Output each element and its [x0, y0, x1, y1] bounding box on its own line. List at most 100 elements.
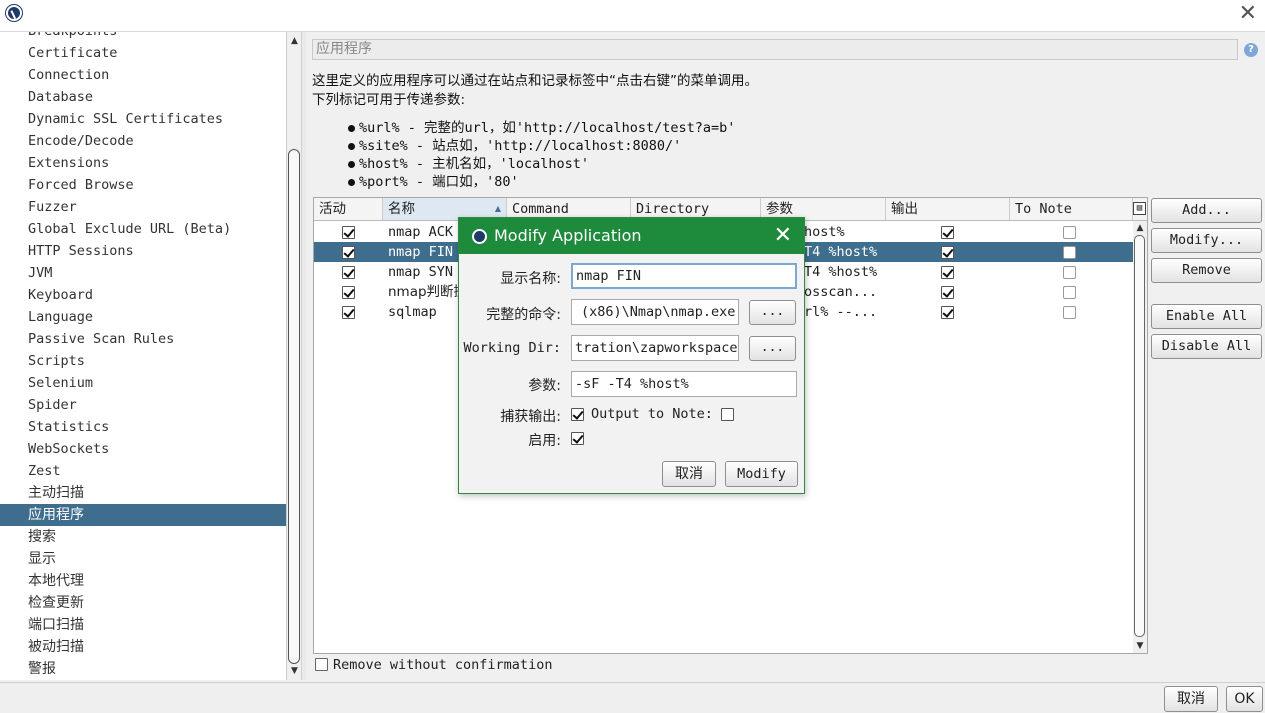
row-params: host% — [804, 224, 845, 240]
params-label: 参数: — [528, 378, 561, 394]
zap-logo-icon — [472, 229, 487, 244]
close-icon[interactable]: ✕ — [1239, 2, 1257, 26]
tree-item-encode-decode[interactable]: Encode/Decode — [0, 130, 286, 152]
tree-item-keyboard[interactable]: Keyboard — [0, 284, 286, 306]
panel-description: 这里定义的应用程序可以通过在站点和记录标签中“点击右键”的菜单调用。 — [312, 73, 758, 89]
tree-item-alerts[interactable]: 警报 — [0, 658, 286, 680]
row-params: rl% --... — [804, 304, 878, 320]
tree-item-global-exclude-url[interactable]: Global Exclude URL (Beta) — [0, 218, 286, 240]
row-note-checkbox[interactable] — [1063, 266, 1076, 279]
table-scroll-thumb[interactable] — [1134, 235, 1145, 637]
scroll-up-icon[interactable]: ▲ — [287, 34, 302, 48]
row-output-checkbox[interactable] — [941, 306, 954, 319]
column-active[interactable]: 活动 — [314, 198, 383, 220]
row-note-checkbox[interactable] — [1063, 306, 1076, 319]
bottom-bar — [0, 682, 1265, 713]
disable-all-button[interactable]: Disable All — [1151, 334, 1262, 359]
tree-item-search[interactable]: 搜索 — [0, 526, 286, 548]
pane-splitter[interactable] — [301, 32, 306, 680]
tree-item-language[interactable]: Language — [0, 306, 286, 328]
token-bullet-host: %host% - 主机名如，'localhost' — [348, 152, 589, 172]
row-active-checkbox[interactable] — [342, 306, 355, 319]
enabled-checkbox[interactable] — [571, 432, 584, 445]
enabled-label: 启用: — [528, 433, 561, 449]
tree-scroll-thumb[interactable] — [288, 149, 300, 664]
capture-output-checkbox[interactable] — [571, 408, 584, 421]
row-output-checkbox[interactable] — [941, 246, 954, 259]
column-output[interactable]: 输出 — [886, 198, 1010, 220]
token-bullet-url: %url% - 完整的url，如'http://localhost/test?a… — [348, 116, 735, 136]
modify-application-dialog: Modify Application ✕ 显示名称: nmap FIN 完整的命… — [458, 217, 805, 494]
tree-item-jvm[interactable]: JVM — [0, 262, 286, 284]
table-scrollbar[interactable]: ▲ ▼ — [1133, 221, 1147, 653]
row-output-checkbox[interactable] — [941, 226, 954, 239]
row-active-checkbox[interactable] — [342, 226, 355, 239]
column-to-note[interactable]: To Note — [1010, 198, 1133, 220]
tree-item-forced-browse[interactable]: Forced Browse — [0, 174, 286, 196]
tree-scrollbar[interactable]: ▲ ▼ — [286, 32, 301, 680]
working-dir-field[interactable]: tration\zapworkspace — [571, 335, 739, 361]
tree-item-connection[interactable]: Connection — [0, 64, 286, 86]
dialog-close-icon[interactable]: ✕ — [774, 218, 792, 254]
tree-item-check-updates[interactable]: 检查更新 — [0, 592, 286, 614]
scroll-down-icon[interactable]: ▼ — [287, 664, 302, 678]
tree-item-selenium[interactable]: Selenium — [0, 372, 286, 394]
full-command-field[interactable]: (x86)\Nmap\nmap.exe — [571, 299, 739, 325]
row-output-checkbox[interactable] — [941, 286, 954, 299]
enable-all-button[interactable]: Enable All — [1151, 304, 1262, 329]
tree-item-spider[interactable]: Spider — [0, 394, 286, 416]
tree-item-certificate[interactable]: Certificate — [0, 42, 286, 64]
tree-item-applications[interactable]: 应用程序 — [0, 504, 286, 526]
row-name: sqlmap — [388, 304, 437, 320]
dialog-modify-button[interactable]: Modify — [725, 461, 798, 487]
output-to-note-checkbox[interactable] — [721, 408, 734, 421]
tree-item-local-proxy[interactable]: 本地代理 — [0, 570, 286, 592]
help-icon[interactable]: ? — [1244, 43, 1258, 57]
modify-button[interactable]: Modify... — [1151, 228, 1262, 253]
zap-logo-icon — [6, 5, 22, 21]
tree-item-extensions[interactable]: Extensions — [0, 152, 286, 174]
tree-item-dynamic-ssl[interactable]: Dynamic SSL Certificates — [0, 108, 286, 130]
row-note-checkbox[interactable] — [1063, 246, 1076, 259]
params-field[interactable]: -sF -T4 %host% — [571, 371, 797, 397]
dialog-titlebar: Modify Application ✕ — [459, 218, 804, 254]
row-name: nmap SYN — [388, 264, 454, 280]
tree-item-scripts[interactable]: Scripts — [0, 350, 286, 372]
tree-item-passive-scan-rules[interactable]: Passive Scan Rules — [0, 328, 286, 350]
ok-button[interactable]: OK — [1226, 686, 1263, 712]
output-to-note-label: Output to Note: — [591, 406, 713, 422]
scroll-down-icon[interactable]: ▼ — [1133, 639, 1147, 653]
tree-item-fuzzer[interactable]: Fuzzer — [0, 196, 286, 218]
tree-item-breakpoints[interactable]: Breakpoints — [0, 32, 286, 42]
tree-item-websockets[interactable]: WebSockets — [0, 438, 286, 460]
row-params: T4 %host% — [804, 264, 878, 280]
row-params: T4 %host% — [804, 244, 878, 260]
display-name-field[interactable]: nmap FIN — [571, 263, 797, 289]
tree-item-statistics[interactable]: Statistics — [0, 416, 286, 438]
dialog-cancel-button[interactable]: 取消 — [662, 461, 716, 487]
tree-item-port-scan[interactable]: 端口扫描 — [0, 614, 286, 636]
column-control-icon[interactable]: ▤ — [1133, 202, 1146, 215]
remove-without-confirmation[interactable]: Remove without confirmation — [315, 656, 552, 673]
command-browse-button[interactable]: ... — [749, 300, 796, 325]
scroll-up-icon[interactable]: ▲ — [1133, 221, 1147, 235]
panel-description-params: 下列标记可用于传递参数: — [312, 92, 466, 108]
tree-item-zest[interactable]: Zest — [0, 460, 286, 482]
cancel-button[interactable]: 取消 — [1164, 686, 1218, 712]
row-output-checkbox[interactable] — [941, 266, 954, 279]
row-note-checkbox[interactable] — [1063, 286, 1076, 299]
directory-browse-button[interactable]: ... — [749, 336, 796, 361]
tree-item-active-scan[interactable]: 主动扫描 — [0, 482, 286, 504]
add-button[interactable]: Add... — [1151, 198, 1262, 223]
tree-item-display[interactable]: 显示 — [0, 548, 286, 570]
tree-item-database[interactable]: Database — [0, 86, 286, 108]
remove-confirm-checkbox[interactable] — [315, 658, 328, 671]
row-active-checkbox[interactable] — [342, 286, 355, 299]
remove-button[interactable]: Remove — [1151, 258, 1262, 283]
working-dir-label: Working Dir: — [463, 340, 561, 356]
row-active-checkbox[interactable] — [342, 246, 355, 259]
row-note-checkbox[interactable] — [1063, 226, 1076, 239]
row-active-checkbox[interactable] — [342, 266, 355, 279]
tree-item-http-sessions[interactable]: HTTP Sessions — [0, 240, 286, 262]
tree-item-passive-scan[interactable]: 被动扫描 — [0, 636, 286, 658]
